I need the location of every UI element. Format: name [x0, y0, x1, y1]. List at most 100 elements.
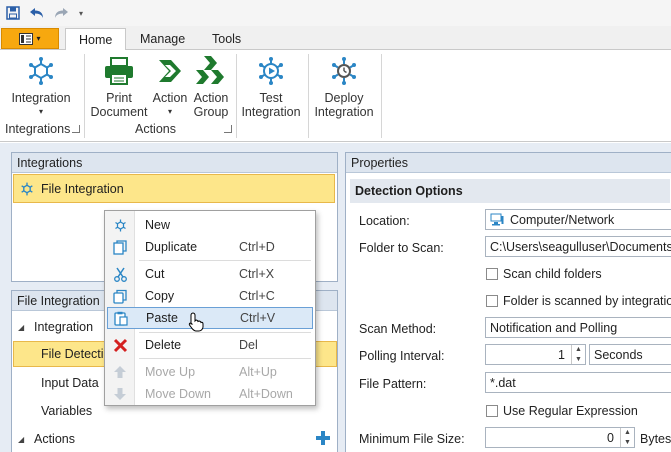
- menu-item-shortcut: Ctrl+C: [239, 289, 275, 303]
- location-select[interactable]: Computer/Network: [485, 209, 671, 230]
- menu-separator: [139, 358, 311, 359]
- menu-item-new[interactable]: New: [107, 214, 313, 236]
- scan-child-folders-checkbox[interactable]: Scan child folders: [486, 267, 602, 281]
- app-menu-icon: [19, 32, 34, 45]
- add-action-plus-icon[interactable]: [316, 431, 330, 445]
- checkbox-label: Folder is scanned by integration: [503, 294, 671, 308]
- arrow-up-icon: [114, 366, 126, 378]
- menu-item-label: Move Up: [145, 365, 196, 379]
- menu-item-copy[interactable]: Copy Ctrl+C: [107, 285, 313, 307]
- print-label-line2: Document: [90, 105, 148, 119]
- properties-panel: Properties Detection Options Location: C…: [345, 152, 671, 452]
- mouse-pointer-icon: [188, 312, 204, 332]
- use-regex-checkbox[interactable]: Use Regular Expression: [486, 404, 638, 418]
- integrations-panel-title: Integrations: [12, 153, 337, 173]
- tree-node-label: Actions: [34, 432, 75, 446]
- deploy-integration-button[interactable]: Deploy Integration: [311, 54, 377, 119]
- tree-node-label: Input Data: [41, 376, 99, 390]
- min-file-size-unit: Bytes: [640, 432, 671, 446]
- group-label-integrations: Integrations: [5, 122, 71, 136]
- group-label-actions: Actions: [135, 122, 176, 136]
- deploy-integration-icon: [332, 57, 356, 85]
- location-value: Computer/Network: [510, 212, 615, 227]
- integration-list-item[interactable]: File Integration: [13, 174, 335, 203]
- test-integration-button[interactable]: Test Integration: [238, 54, 304, 119]
- checkbox-box[interactable]: [486, 405, 498, 417]
- expand-caret-icon[interactable]: ◢: [18, 323, 28, 332]
- checkbox-label: Scan child folders: [503, 267, 602, 281]
- action-group-button[interactable]: Action Group: [190, 54, 232, 119]
- group-launcher-icon[interactable]: [224, 125, 232, 133]
- tab-label: Home: [79, 32, 113, 47]
- menu-item-label: Duplicate: [145, 240, 198, 254]
- menu-item-shortcut: Ctrl+D: [239, 240, 275, 254]
- menu-item-duplicate[interactable]: Duplicate Ctrl+D: [107, 236, 313, 258]
- tab-tools[interactable]: Tools: [199, 28, 254, 50]
- menu-item-label: Paste: [146, 311, 178, 325]
- tree-node-label: Variables: [41, 404, 93, 418]
- detection-options-header: Detection Options: [350, 179, 670, 203]
- menu-item-move-up: Move Up Alt+Up: [107, 361, 313, 383]
- polling-interval-input[interactable]: 1 ▲ ▼: [485, 344, 586, 365]
- action-group-icon: [196, 56, 224, 84]
- spin-down-icon[interactable]: ▼: [621, 438, 634, 448]
- tab-label: Tools: [212, 32, 242, 46]
- action-button[interactable]: Action ▾: [149, 54, 191, 119]
- undo-icon[interactable]: [28, 4, 46, 22]
- delete-x-icon: [113, 338, 127, 352]
- spin-up-icon[interactable]: ▲: [621, 428, 634, 438]
- tab-manage[interactable]: Manage: [127, 28, 198, 50]
- polling-interval-spinner[interactable]: ▲ ▼: [571, 345, 585, 365]
- ribbon-separator: [381, 54, 382, 138]
- test-label-line1: Test: [259, 91, 283, 105]
- action-group-label-line2: Group: [193, 105, 229, 119]
- menu-separator: [139, 260, 311, 261]
- action-icon: [159, 60, 181, 82]
- location-label: Location:: [359, 214, 410, 228]
- spin-down-icon[interactable]: ▼: [572, 355, 585, 365]
- test-label-line2: Integration: [241, 105, 301, 119]
- scan-method-select[interactable]: Notification and Polling: [485, 317, 671, 338]
- spin-up-icon[interactable]: ▲: [572, 345, 585, 355]
- printer-icon: [105, 57, 133, 85]
- tab-home[interactable]: Home: [65, 28, 127, 51]
- checkbox-box[interactable]: [486, 268, 498, 280]
- print-document-button[interactable]: Print Document: [88, 54, 150, 119]
- customize-toolbar-icon[interactable]: ▾: [76, 4, 86, 22]
- context-menu: New Duplicate Ctrl+D Cut Ctrl+X Copy Ctr…: [104, 210, 316, 406]
- application-menu-button[interactable]: ▾: [1, 28, 59, 49]
- group-launcher-icon[interactable]: [72, 125, 80, 133]
- deploy-label-line2: Integration: [314, 105, 374, 119]
- expand-caret-icon[interactable]: ◢: [18, 435, 28, 444]
- integration-list-item-label: File Integration: [41, 181, 124, 196]
- integration-icon: [21, 182, 33, 195]
- scissors-icon: [113, 267, 127, 282]
- integration-icon: [114, 219, 126, 231]
- chevron-down-icon: ▾: [38, 107, 43, 116]
- polling-interval-value: 1: [558, 347, 565, 362]
- polling-unit-select[interactable]: Seconds: [589, 344, 671, 365]
- file-pattern-input[interactable]: *.dat: [485, 372, 671, 393]
- ribbon-separator: [236, 54, 237, 138]
- integration-icon: [29, 57, 53, 85]
- polling-interval-label: Polling Interval:: [359, 349, 445, 363]
- min-file-size-spinner[interactable]: ▲ ▼: [620, 428, 634, 448]
- save-icon[interactable]: [4, 4, 22, 22]
- checkbox-box[interactable]: [486, 295, 498, 307]
- menu-item-shortcut: Ctrl+V: [240, 311, 276, 325]
- min-file-size-input[interactable]: 0 ▲ ▼: [485, 427, 635, 448]
- duplicate-icon: [112, 239, 127, 255]
- folder-to-scan-input[interactable]: C:\Users\seagulluser\Documents\E: [485, 236, 671, 257]
- chevron-down-icon: ▾: [36, 34, 41, 43]
- folder-scanned-checkbox[interactable]: Folder is scanned by integration: [486, 294, 671, 308]
- arrow-down-icon: [114, 388, 126, 400]
- menu-item-cut[interactable]: Cut Ctrl+X: [107, 263, 313, 285]
- checkbox-label: Use Regular Expression: [503, 404, 638, 418]
- menu-item-label: Move Down: [145, 387, 211, 401]
- menu-item-paste[interactable]: Paste Ctrl+V: [107, 307, 313, 329]
- menu-item-delete[interactable]: Delete Del: [107, 334, 313, 356]
- folder-to-scan-label: Folder to Scan:: [359, 241, 444, 255]
- tree-node-actions[interactable]: ◢ Actions: [13, 426, 335, 452]
- integration-button[interactable]: Integration ▾: [8, 54, 74, 119]
- min-file-size-value: 0: [607, 430, 614, 445]
